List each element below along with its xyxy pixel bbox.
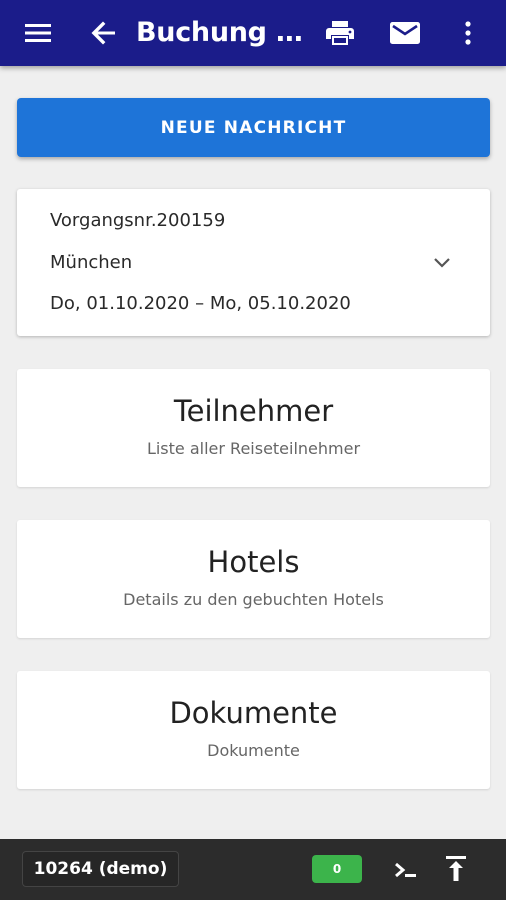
booking-city: München: [50, 252, 133, 273]
booking-dates: Do, 01.10.2020 – Mo, 05.10.2020: [50, 293, 351, 314]
upload-icon[interactable]: [446, 856, 466, 882]
app-bar: Buchung (20...: [0, 0, 506, 66]
chevron-down-icon[interactable]: [431, 255, 453, 271]
user-badge[interactable]: 10264 (demo): [22, 851, 179, 887]
mail-icon[interactable]: [390, 21, 420, 45]
more-vert-icon[interactable]: [455, 21, 481, 45]
card-subtitle: Details zu den gebuchten Hotels: [123, 590, 384, 609]
booking-number: Vorgangsnr.200159: [50, 210, 226, 231]
card-subtitle: Liste aller Reiseteilnehmer: [146, 439, 361, 458]
menu-icon[interactable]: [25, 21, 51, 45]
card-title: Teilnehmer: [173, 394, 334, 428]
card-dokumente[interactable]: Dokumente Dokumente: [17, 671, 490, 789]
count-badge[interactable]: 0: [312, 855, 362, 883]
card-title: Hotels: [207, 545, 300, 579]
page-title: Buchung (20...: [136, 17, 308, 48]
terminal-icon[interactable]: [394, 859, 418, 881]
back-icon[interactable]: [91, 21, 117, 45]
card-title: Dokumente: [169, 696, 338, 730]
card-teilnehmer[interactable]: Teilnehmer Liste aller Reiseteilnehmer: [17, 369, 490, 487]
card-hotels[interactable]: Hotels Details zu den gebuchten Hotels: [17, 520, 490, 638]
new-message-button[interactable]: NEUE NACHRICHT: [17, 98, 490, 157]
card-subtitle: Dokumente: [207, 741, 300, 760]
print-icon[interactable]: [326, 21, 354, 45]
bottom-bar: 10264 (demo) 0: [0, 839, 506, 900]
booking-info-card[interactable]: Vorgangsnr.200159 München Do, 01.10.2020…: [17, 189, 490, 336]
